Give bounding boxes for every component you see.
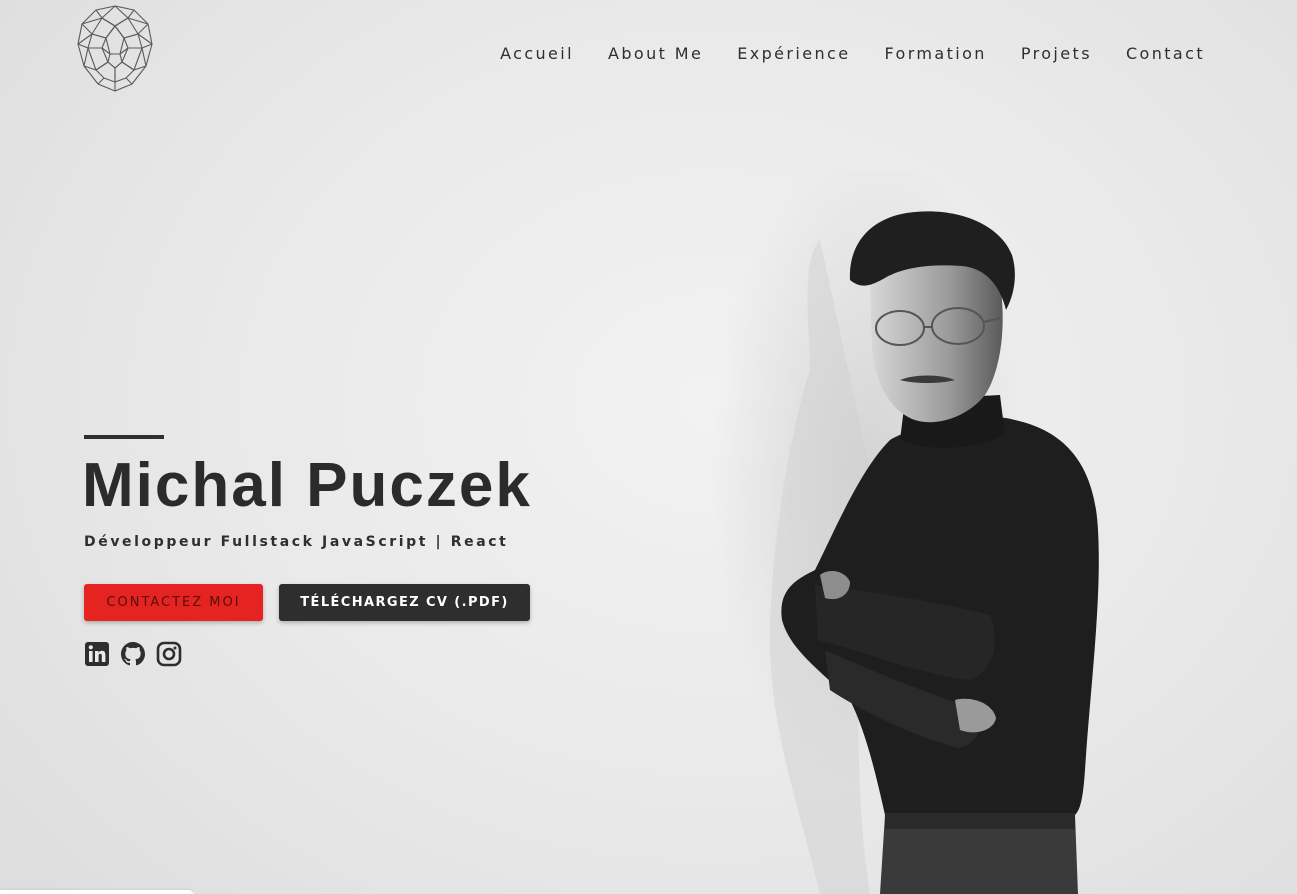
github-icon[interactable] [120, 641, 146, 667]
instagram-icon[interactable] [156, 641, 182, 667]
social-links [84, 641, 182, 667]
nav-item-about-me[interactable]: About Me [608, 44, 703, 63]
linkedin-icon[interactable] [84, 641, 110, 667]
nav-item-contact[interactable]: Contact [1126, 44, 1205, 63]
nav-item-formation[interactable]: Formation [884, 44, 986, 63]
bottom-edge-bar [0, 890, 193, 894]
nav-item-accueil[interactable]: Accueil [500, 44, 574, 63]
hero-name: Michal Puczek [82, 451, 532, 520]
portrait-photo [710, 170, 1099, 894]
title-accent-line [84, 435, 164, 439]
lion-logo-icon[interactable] [76, 4, 154, 92]
nav-item-projets[interactable]: Projets [1021, 44, 1092, 63]
download-cv-button[interactable]: TÉLÉCHARGEZ CV (.PDF) [279, 584, 530, 621]
main-nav: Accueil About Me Expérience Formation Pr… [500, 44, 1205, 63]
hero-section: Accueil About Me Expérience Formation Pr… [0, 0, 1297, 894]
hero-subtitle: Développeur Fullstack JavaScript | React [84, 534, 509, 550]
nav-item-experience[interactable]: Expérience [737, 44, 850, 63]
contact-button[interactable]: CONTACTEZ MOI [84, 584, 263, 621]
